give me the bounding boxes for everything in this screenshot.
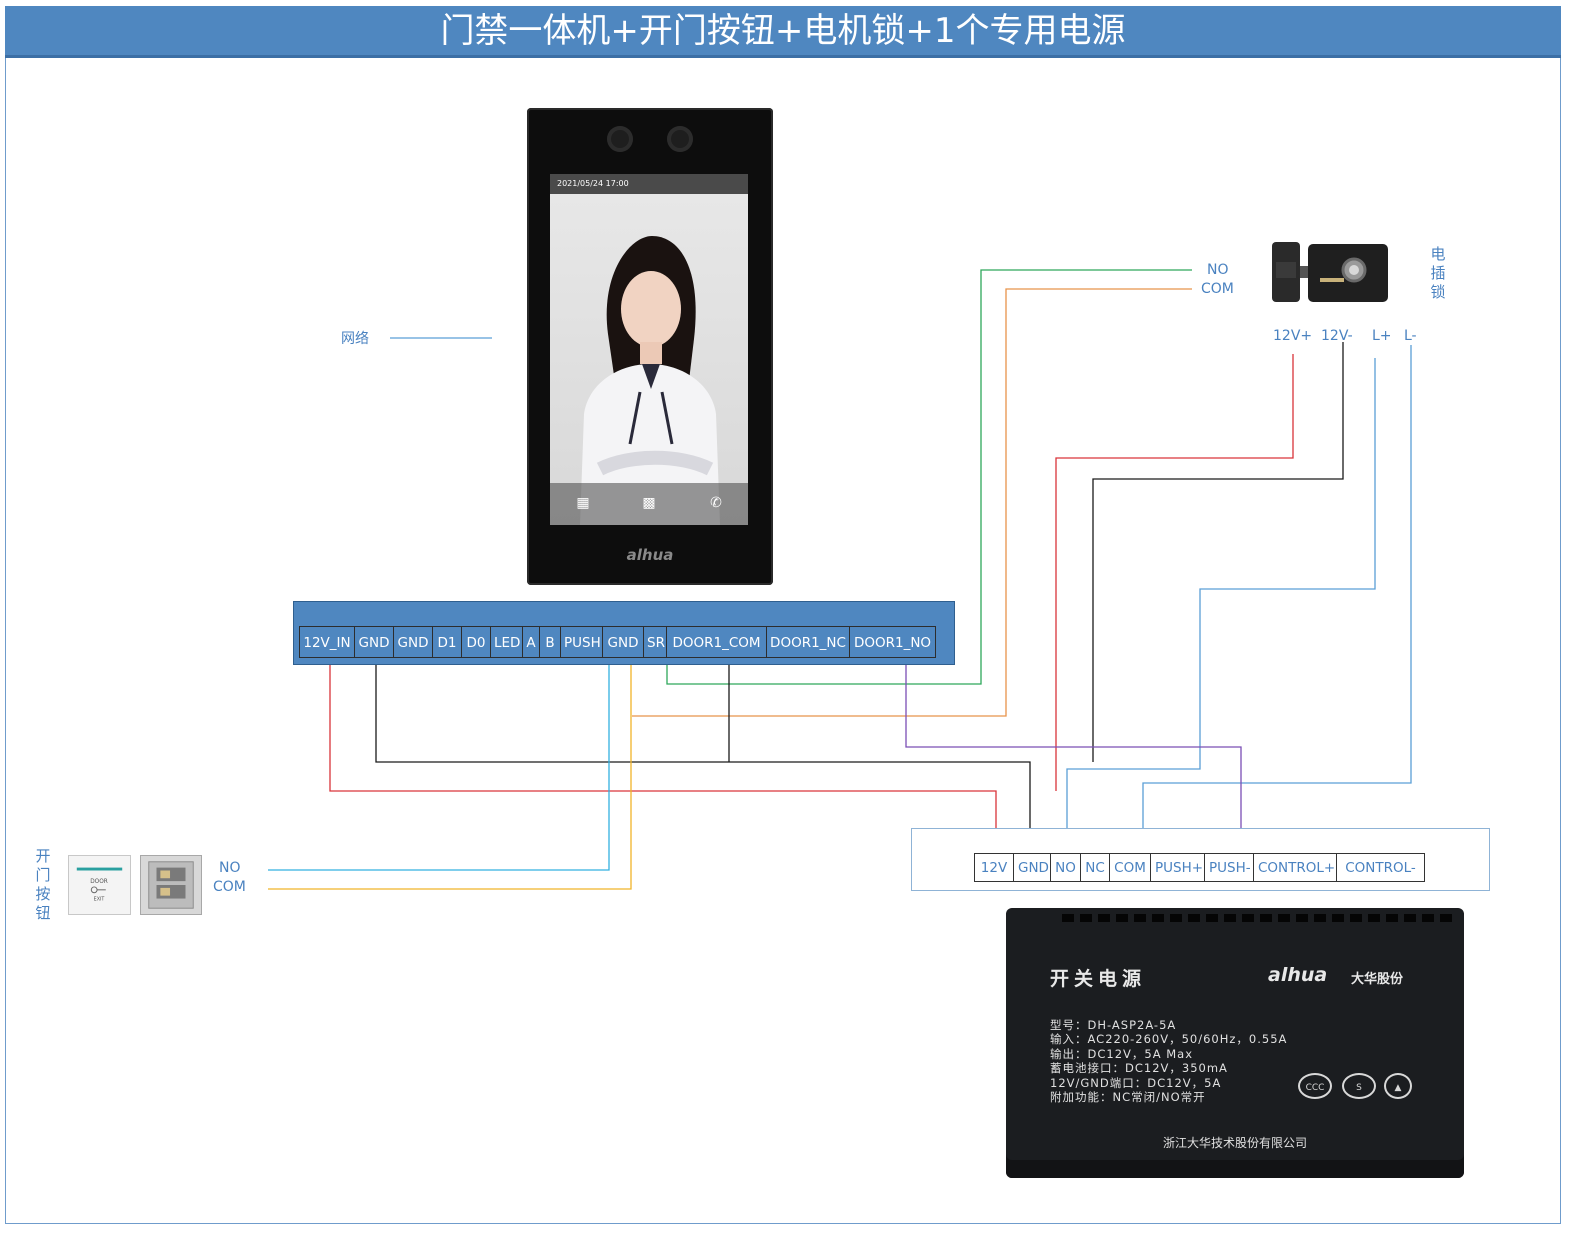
power-terminal-row: 12V GND NO NC COM PUSH+ PUSH- CONTROL+ CONTROL- (974, 853, 1425, 882)
psu-vent (1224, 914, 1236, 922)
device-terminal-d0: D0 (461, 626, 491, 658)
person-photo (580, 236, 720, 525)
safety-cert-icon: S (1342, 1073, 1376, 1099)
power-terminal-12v: 12V (974, 853, 1014, 882)
psu-vent (1152, 914, 1164, 922)
power-terminal-gnd: GND (1013, 853, 1051, 882)
psu-vent (1242, 914, 1254, 922)
psu-vent (1386, 914, 1398, 922)
device-terminal-b: B (539, 626, 561, 658)
lock-term-lplus: L+ (1372, 328, 1392, 344)
exit-button-back-image (140, 855, 202, 915)
access-control-terminal: 2021/05/24 17:00 ▦ ▩ ✆ alhua (527, 108, 773, 585)
exit-button-image: DOOR EXIT (68, 855, 131, 915)
device-terminal-door1-com: DOOR1_COM (666, 626, 767, 658)
wire-gnd-main (375, 660, 1031, 856)
psu-vent (1278, 914, 1290, 922)
device-terminal-gnd: GND (354, 626, 394, 658)
psu-brand-cn: 大华股份 (1351, 972, 1404, 987)
power-terminal-control-: CONTROL+ (1253, 853, 1337, 882)
power-terminal-com: COM (1109, 853, 1151, 882)
psu-vent (1296, 914, 1308, 922)
lock-no-label: NO (1207, 262, 1229, 278)
wire-push-to-button-no (268, 660, 610, 871)
psu-spec-extra: 附加功能：NC常闭/NO常开 (1050, 1090, 1206, 1104)
wire-door1-no (905, 660, 1242, 856)
psu-vent (1314, 914, 1326, 922)
psu-vent (1134, 914, 1146, 922)
svg-text:EXIT: EXIT (94, 896, 105, 902)
electric-lock-image (1272, 242, 1388, 302)
psu-vent (1188, 914, 1200, 922)
camera-icon (667, 126, 693, 152)
lock-term-lminus: L- (1404, 328, 1417, 344)
wire-12v-in (329, 660, 997, 856)
device-screen: 2021/05/24 17:00 ▦ ▩ ✆ (550, 174, 748, 525)
ccc-cert-icon: CCC (1298, 1073, 1332, 1099)
phone-icon: ✆ (710, 495, 722, 511)
power-terminal-block: 12V GND NO NC COM PUSH+ PUSH- CONTROL+ CONTROL- (911, 828, 1490, 891)
psu-title: 开关电源 (1050, 968, 1147, 990)
power-terminal-control-: CONTROL- (1336, 853, 1425, 882)
psu-logo: alhua (1268, 964, 1328, 986)
keypad-icon: ▦ (576, 495, 590, 511)
psu-vent (1206, 914, 1218, 922)
psu-vent (1440, 914, 1452, 922)
device-terminal-sr: SR (643, 626, 667, 658)
svg-text:DOOR: DOOR (90, 879, 108, 885)
power-terminal-no: NO (1050, 853, 1081, 882)
lock-com-label: COM (1201, 281, 1234, 297)
psu-vent (1260, 914, 1272, 922)
power-terminal-push-: PUSH- (1204, 853, 1254, 882)
device-terminal-door1-no: DOOR1_NO (849, 626, 936, 658)
power-terminal-nc: NC (1080, 853, 1110, 882)
qrcode-icon: ▩ (642, 495, 656, 511)
wire-lock-12vminus (1092, 342, 1344, 762)
device-terminal-row: 12V_IN GND GND D1 D0 LED A B PUSH GND SR DOOR1_COM D… (299, 626, 936, 658)
wire-lock-lplus (1066, 358, 1376, 856)
device-terminal-gnd: GND (393, 626, 433, 658)
psu-vent (1368, 914, 1380, 922)
device-terminal-led: LED (490, 626, 523, 658)
lock-term-12vminus: 12V- (1321, 328, 1353, 344)
device-status-bar: 2021/05/24 17:00 (550, 174, 748, 194)
psu-spec-input: 输入：AC220-260V，50/60Hz，0.55A (1050, 1032, 1288, 1046)
wire-gnd-to-button-com (268, 660, 632, 890)
button-no-label: NO (219, 860, 241, 876)
button-com-label: COM (213, 879, 246, 895)
device-terminal-block: 12V_IN GND GND D1 D0 LED A B PUSH GND SR DOOR1_COM D… (293, 601, 955, 665)
wire-lock-lminus (1142, 345, 1412, 856)
psu-vent (1080, 914, 1092, 922)
button-title-label: 开 门 按 钮 (35, 847, 51, 922)
power-terminal-push-: PUSH+ (1150, 853, 1205, 882)
psu-vent (1350, 914, 1362, 922)
psu-vent (1170, 914, 1182, 922)
psu-vent (1062, 914, 1074, 922)
device-terminal-12v-in: 12V_IN (299, 626, 355, 658)
psu-vent (1098, 914, 1110, 922)
network-label: 网络 (341, 331, 369, 347)
lock-term-12vplus: 12V+ (1273, 328, 1313, 344)
psu-company: 浙江大华技术股份有限公司 (1162, 1136, 1307, 1150)
psu-spec-battery: 蓄电池接口：DC12V，350mA (1050, 1061, 1228, 1075)
device-terminal-d1: D1 (432, 626, 462, 658)
lock-title-label: 电 插 锁 (1430, 245, 1446, 301)
camera-icon (607, 126, 633, 152)
power-supply: 开关电源 alhua 大华股份 型号：DH-ASP2A-5A 输入：AC220-… (1006, 908, 1464, 1178)
psu-vent (1404, 914, 1416, 922)
device-logo: alhua (626, 546, 674, 564)
wire-lock-12vplus (1055, 354, 1294, 791)
psu-vent (1422, 914, 1434, 922)
device-terminal-push: PUSH (560, 626, 603, 658)
fire-cert-icon: ▲ (1384, 1073, 1412, 1099)
psu-vent (1332, 914, 1344, 922)
psu-vent (1116, 914, 1128, 922)
device-terminal-a: A (522, 626, 540, 658)
device-terminal-door1-nc: DOOR1_NC (766, 626, 850, 658)
device-terminal-gnd: GND (602, 626, 644, 658)
screen-toolbar: ▦ ▩ ✆ (550, 483, 748, 525)
